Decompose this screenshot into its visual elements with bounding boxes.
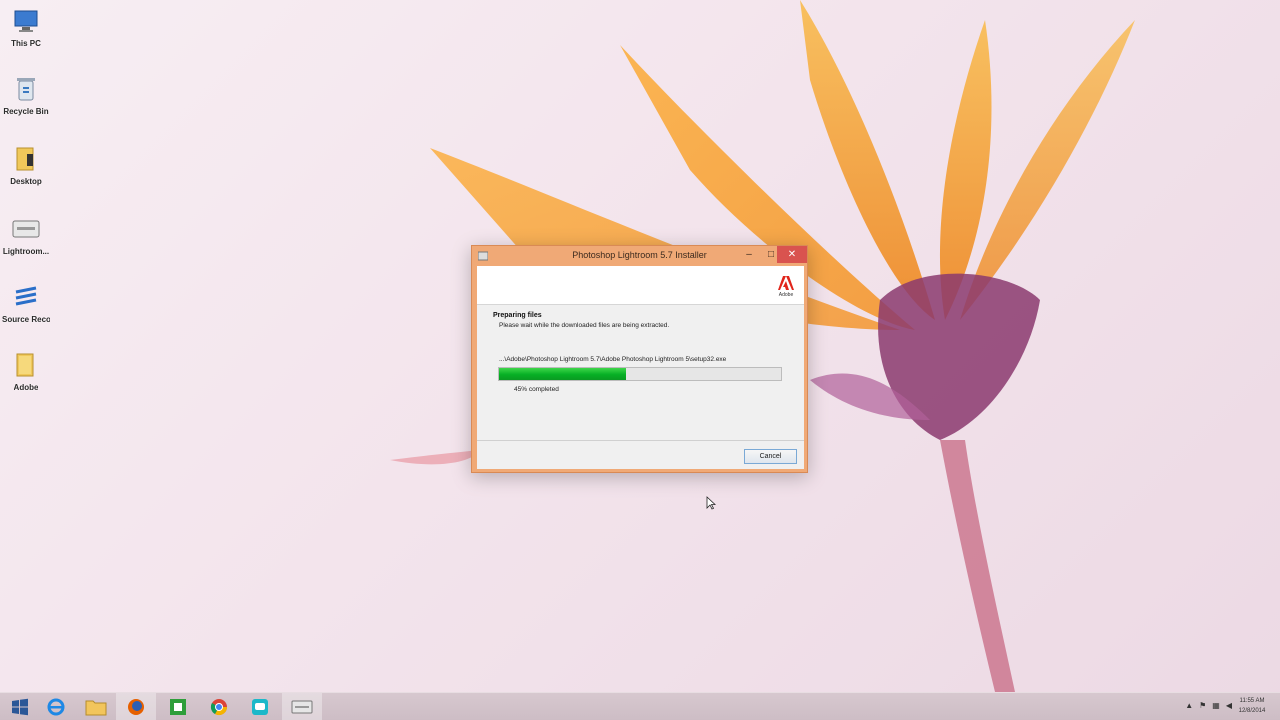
minimize-button[interactable]: – — [738, 246, 760, 263]
green-app-icon — [170, 699, 186, 715]
adobe-logo: Adobe — [777, 275, 795, 299]
folder-icon — [85, 700, 107, 716]
system-tray: ▲ ⚑ ▦ ◀ — [1185, 701, 1232, 710]
ie-icon — [47, 698, 65, 716]
taskbar-internet-explorer[interactable] — [36, 693, 76, 720]
desktop-icon-recycle-bin[interactable]: Recycle Bin — [2, 74, 50, 116]
folder-icon — [11, 350, 41, 380]
window-titlebar[interactable]: Photoshop Lightroom 5.7 Installer – □ ✕ — [472, 246, 807, 265]
taskbar-firefox[interactable] — [116, 693, 156, 720]
installer-body: Adobe Preparing files Please wait while … — [477, 266, 804, 469]
desktop-icon-label: Adobe — [13, 383, 39, 392]
close-button[interactable]: ✕ — [777, 246, 807, 263]
desktop-icon-label: This PC — [11, 39, 41, 48]
tray-expand-icon[interactable]: ▲ — [1185, 701, 1193, 710]
desktop-icon-this-pc[interactable]: This PC — [2, 6, 50, 48]
taskbar-cyan-app[interactable] — [240, 693, 280, 720]
taskbar-installer[interactable] — [282, 693, 322, 720]
tray-flag-icon[interactable]: ⚑ — [1199, 701, 1206, 710]
installer-window[interactable]: Photoshop Lightroom 5.7 Installer – □ ✕ … — [471, 245, 808, 473]
start-button[interactable] — [0, 693, 40, 720]
progress-bar — [498, 367, 782, 381]
progress-fill — [499, 368, 626, 380]
desktop-icon-source-recorder[interactable]: Source Recorder — [2, 282, 50, 324]
desktop-icon-desktop[interactable]: Desktop — [2, 144, 50, 186]
desktop-icon-label: Recycle Bin — [3, 107, 49, 116]
window-title: Photoshop Lightroom 5.7 Installer — [572, 250, 707, 260]
taskbar-clock[interactable]: 11:55 AM 12/8/2014 — [1232, 696, 1272, 716]
installer-header: Adobe — [477, 266, 804, 305]
cancel-button[interactable]: Cancel — [744, 449, 797, 464]
section-description: Please wait while the downloaded files a… — [499, 322, 670, 329]
desktop-icon-label: Lightroom... — [2, 247, 50, 256]
installer-icon — [291, 700, 313, 714]
chrome-icon — [210, 699, 228, 716]
tray-network-icon[interactable]: ▦ — [1212, 701, 1220, 710]
installer-icon — [11, 214, 41, 244]
adobe-icon — [778, 276, 794, 290]
clock-time: 11:55 AM — [1239, 698, 1265, 704]
recycle-bin-icon — [11, 74, 41, 104]
taskbar-file-explorer[interactable] — [76, 693, 116, 720]
cyan-app-icon — [252, 699, 268, 715]
taskbar-green-app[interactable] — [158, 693, 198, 720]
windows-icon — [12, 698, 28, 716]
desktop-icon-label: Source Recorder — [2, 315, 50, 324]
app-icon — [11, 282, 41, 312]
section-title: Preparing files — [493, 312, 542, 319]
folder-icon — [11, 144, 41, 174]
desktop-icon-lightroom[interactable]: Lightroom... — [2, 214, 50, 256]
desktop-icon-adobe[interactable]: Adobe — [2, 350, 50, 392]
mouse-cursor-icon — [706, 496, 716, 510]
taskbar: ▲ ⚑ ▦ ◀ 11:55 AM 12/8/2014 — [0, 692, 1280, 720]
installer-app-icon — [478, 251, 488, 261]
adobe-wordmark: Adobe — [778, 292, 794, 298]
footer-divider — [477, 440, 804, 441]
desktop-icon-label: Desktop — [10, 177, 42, 186]
current-file-path: ...\Adobe\Photoshop Lightroom 5.7\Adobe … — [499, 356, 727, 363]
firefox-icon — [128, 699, 144, 715]
taskbar-chrome[interactable] — [199, 693, 239, 720]
computer-icon — [11, 6, 41, 36]
progress-label: 45% completed — [514, 386, 559, 393]
clock-date: 12/8/2014 — [1238, 708, 1266, 714]
